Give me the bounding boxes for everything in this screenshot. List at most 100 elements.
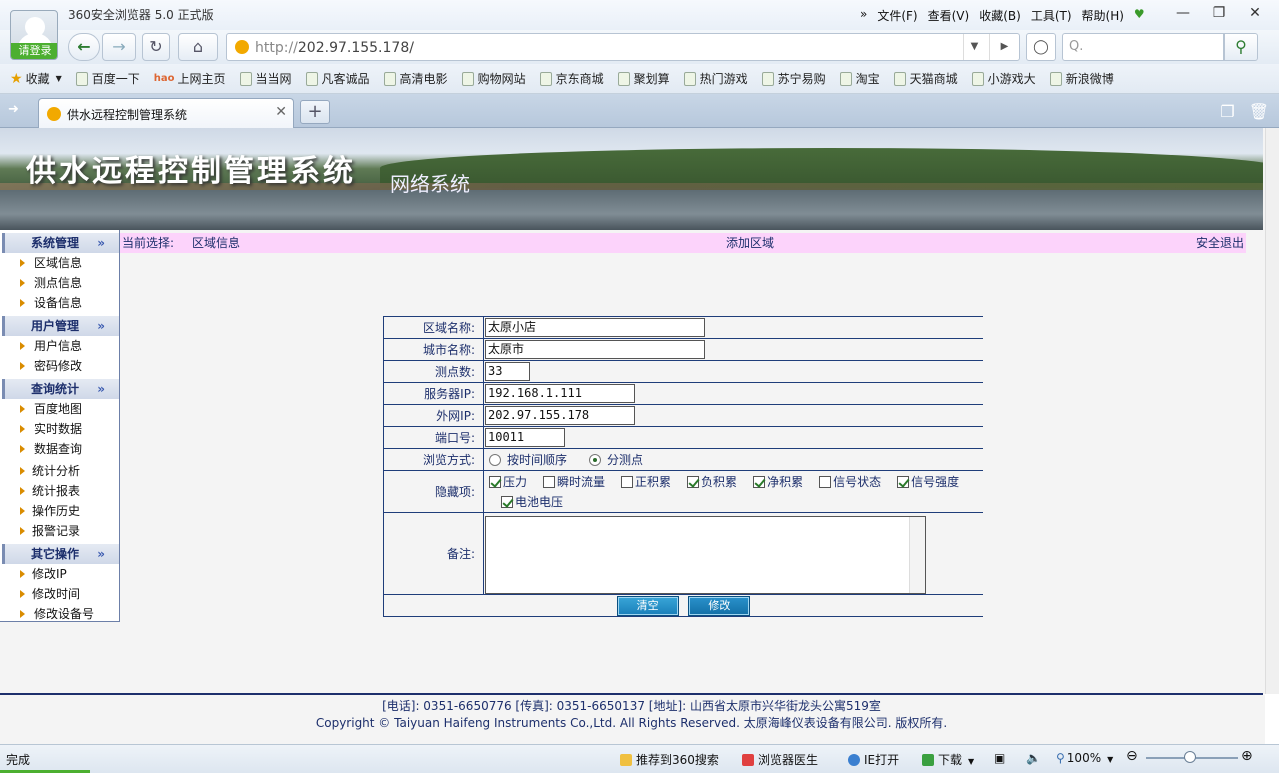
bookmark-favorites[interactable]: ★ 收藏 ▼ <box>10 70 62 87</box>
sidebar-item-realtime-data[interactable]: 实时数据 <box>0 419 119 439</box>
sidebar-item-statistics[interactable]: 统计分析 <box>0 461 119 481</box>
form-row: 端口号: 10011 <box>383 426 983 449</box>
sidebar-item-password[interactable]: 密码修改 <box>0 356 119 376</box>
bookmark-item[interactable]: 高清电影 <box>383 70 448 87</box>
checkbox-pressure[interactable]: 压力 <box>489 472 527 492</box>
zoom-slider-knob[interactable] <box>1184 751 1196 763</box>
search-button[interactable]: ⚲ <box>1224 33 1258 61</box>
points-input[interactable]: 33 <box>485 362 530 381</box>
recommend-button[interactable]: 推荐到360搜索 <box>620 751 719 768</box>
add-region-link[interactable]: 添加区域 <box>726 233 774 253</box>
region-name-input[interactable]: 太原小店 <box>485 318 705 337</box>
checkbox-net-total[interactable]: 净积累 <box>753 472 803 492</box>
clear-button[interactable]: 清空 <box>616 595 679 616</box>
address-url[interactable]: http://202.97.155.178/ <box>255 40 414 56</box>
zoom-out-icon[interactable]: ⊖ <box>1126 748 1138 764</box>
sidebar-section-other[interactable]: 其它操作» <box>2 544 119 564</box>
forward-button[interactable]: → <box>102 33 136 61</box>
bookmark-item[interactable]: 当当网 <box>239 70 292 87</box>
remark-textarea[interactable] <box>485 515 926 594</box>
zoom-in-icon[interactable]: ⊕ <box>1241 748 1253 764</box>
restore-icon[interactable]: ❐ <box>1201 2 1237 24</box>
bookmark-item[interactable]: 京东商城 <box>539 70 604 87</box>
ie-open-button[interactable]: IE打开 <box>848 751 899 768</box>
bookmark-item[interactable]: 购物网站 <box>461 70 526 87</box>
menu-file[interactable]: 文件(F) <box>877 7 917 24</box>
screen-icon[interactable]: ▣ <box>994 751 1005 765</box>
home-button[interactable]: ⌂ <box>178 33 218 61</box>
forward-arrow-icon: → <box>112 37 126 56</box>
user-avatar[interactable]: 请登录 <box>10 10 58 60</box>
page-scrollbar[interactable] <box>1265 128 1279 694</box>
volume-icon[interactable]: 🔈 <box>1026 751 1041 765</box>
sidebar-item-user-info[interactable]: 用户信息 <box>0 336 119 356</box>
bookmark-item[interactable]: hao 上网主页 <box>154 70 226 87</box>
go-icon[interactable]: ▶ <box>989 34 1019 60</box>
textarea-scrollbar[interactable] <box>909 516 925 593</box>
skin-icon[interactable]: ♥ <box>1134 7 1145 24</box>
sidebar-item-history[interactable]: 操作历史 <box>0 501 119 521</box>
modify-button[interactable]: 修改 <box>688 595 751 616</box>
sidebar-section-users[interactable]: 用户管理» <box>2 316 119 336</box>
checkbox-battery-voltage[interactable]: 电池电压 <box>501 492 563 512</box>
logout-link[interactable]: 安全退出 <box>1196 233 1244 253</box>
bookmark-item[interactable]: 新浪微博 <box>1049 70 1114 87</box>
sidebar-item-region-info[interactable]: 区域信息 <box>0 253 119 273</box>
sidebar-item-modify-device[interactable]: 修改设备号 <box>0 604 119 624</box>
bookmark-item[interactable]: 苏宁易购 <box>761 70 826 87</box>
menu-favorites[interactable]: 收藏(B) <box>979 7 1021 24</box>
security-shield-icon[interactable]: ◯ <box>1026 33 1056 61</box>
trash-icon[interactable]: 🗑 <box>1249 102 1269 121</box>
tab-close-icon[interactable]: ✕ <box>275 104 287 120</box>
public-ip-input[interactable]: 202.97.155.178 <box>485 406 635 425</box>
city-name-input[interactable]: 太原市 <box>485 340 705 359</box>
bookmark-item[interactable]: 凡客诚品 <box>305 70 370 87</box>
sidebar-item-modify-ip[interactable]: 修改IP <box>0 564 119 584</box>
server-ip-input[interactable]: 192.168.1.111 <box>485 384 635 403</box>
address-bar[interactable]: http://202.97.155.178/ ▼ ▶ <box>226 33 1020 61</box>
new-tab-button[interactable]: + <box>300 100 330 124</box>
checkbox-signal-status[interactable]: 信号状态 <box>819 472 881 492</box>
refresh-button[interactable]: ↻ <box>142 33 170 61</box>
sidebar-item-modify-time[interactable]: 修改时间 <box>0 584 119 604</box>
tab-active[interactable]: 供水远程控制管理系统 ✕ <box>38 98 294 128</box>
checkbox-positive-total[interactable]: 正积累 <box>621 472 671 492</box>
login-button[interactable]: 请登录 <box>11 43 57 59</box>
bookmark-item[interactable]: 天猫商城 <box>893 70 958 87</box>
zoom-menu[interactable]: ⚲ 100% ▼ <box>1056 751 1113 765</box>
minimize-icon[interactable]: — <box>1165 2 1201 24</box>
sidebar-section-system[interactable]: 系统管理» <box>2 233 119 253</box>
menu-tools[interactable]: 工具(T) <box>1031 7 1072 24</box>
form-row: 备注: <box>383 512 983 595</box>
search-input[interactable]: Q. <box>1062 33 1224 61</box>
checkbox-instant-flow[interactable]: 瞬时流量 <box>543 472 605 492</box>
address-dropdown-icon[interactable]: ▼ <box>963 34 985 60</box>
back-button[interactable]: ← <box>68 33 100 61</box>
bookmark-item[interactable]: 百度一下 <box>75 70 140 87</box>
sidebar-section-query[interactable]: 查询统计» <box>2 379 119 399</box>
menu-more[interactable]: » <box>860 7 867 24</box>
download-button[interactable]: 下载 ▼ <box>922 751 974 768</box>
radio-by-time[interactable] <box>489 453 501 466</box>
sidebar-item-baidu-map[interactable]: 百度地图 <box>0 399 119 419</box>
port-input[interactable]: 10011 <box>485 428 565 447</box>
bookmark-item[interactable]: 热门游戏 <box>683 70 748 87</box>
browser-doctor-button[interactable]: 浏览器医生 <box>742 751 818 768</box>
bookmark-item[interactable]: 聚划算 <box>617 70 670 87</box>
checkbox-signal-strength[interactable]: 信号强度 <box>897 472 959 492</box>
sidebar-item-alarms[interactable]: 报警记录 <box>0 521 119 541</box>
menu-view[interactable]: 查看(V) <box>928 7 970 24</box>
bookmark-item[interactable]: 小游戏大 <box>971 70 1036 87</box>
sidebar-item-report[interactable]: 统计报表 <box>0 481 119 501</box>
page-icon <box>683 71 696 86</box>
restore-tabs-icon[interactable]: ❐ <box>1220 102 1234 121</box>
menu-help[interactable]: 帮助(H) <box>1082 7 1124 24</box>
bookmark-item[interactable]: 淘宝 <box>839 70 880 87</box>
sidebar-item-device-info[interactable]: 设备信息 <box>0 293 119 313</box>
close-window-icon[interactable]: ✕ <box>1237 2 1273 24</box>
sidebar-item-point-info[interactable]: 测点信息 <box>0 273 119 293</box>
radio-by-point[interactable] <box>589 453 602 466</box>
sidebar-toggle-icon[interactable]: ➜ <box>8 102 26 118</box>
sidebar-item-data-query[interactable]: 数据查询 <box>0 439 119 459</box>
checkbox-negative-total[interactable]: 负积累 <box>687 472 737 492</box>
